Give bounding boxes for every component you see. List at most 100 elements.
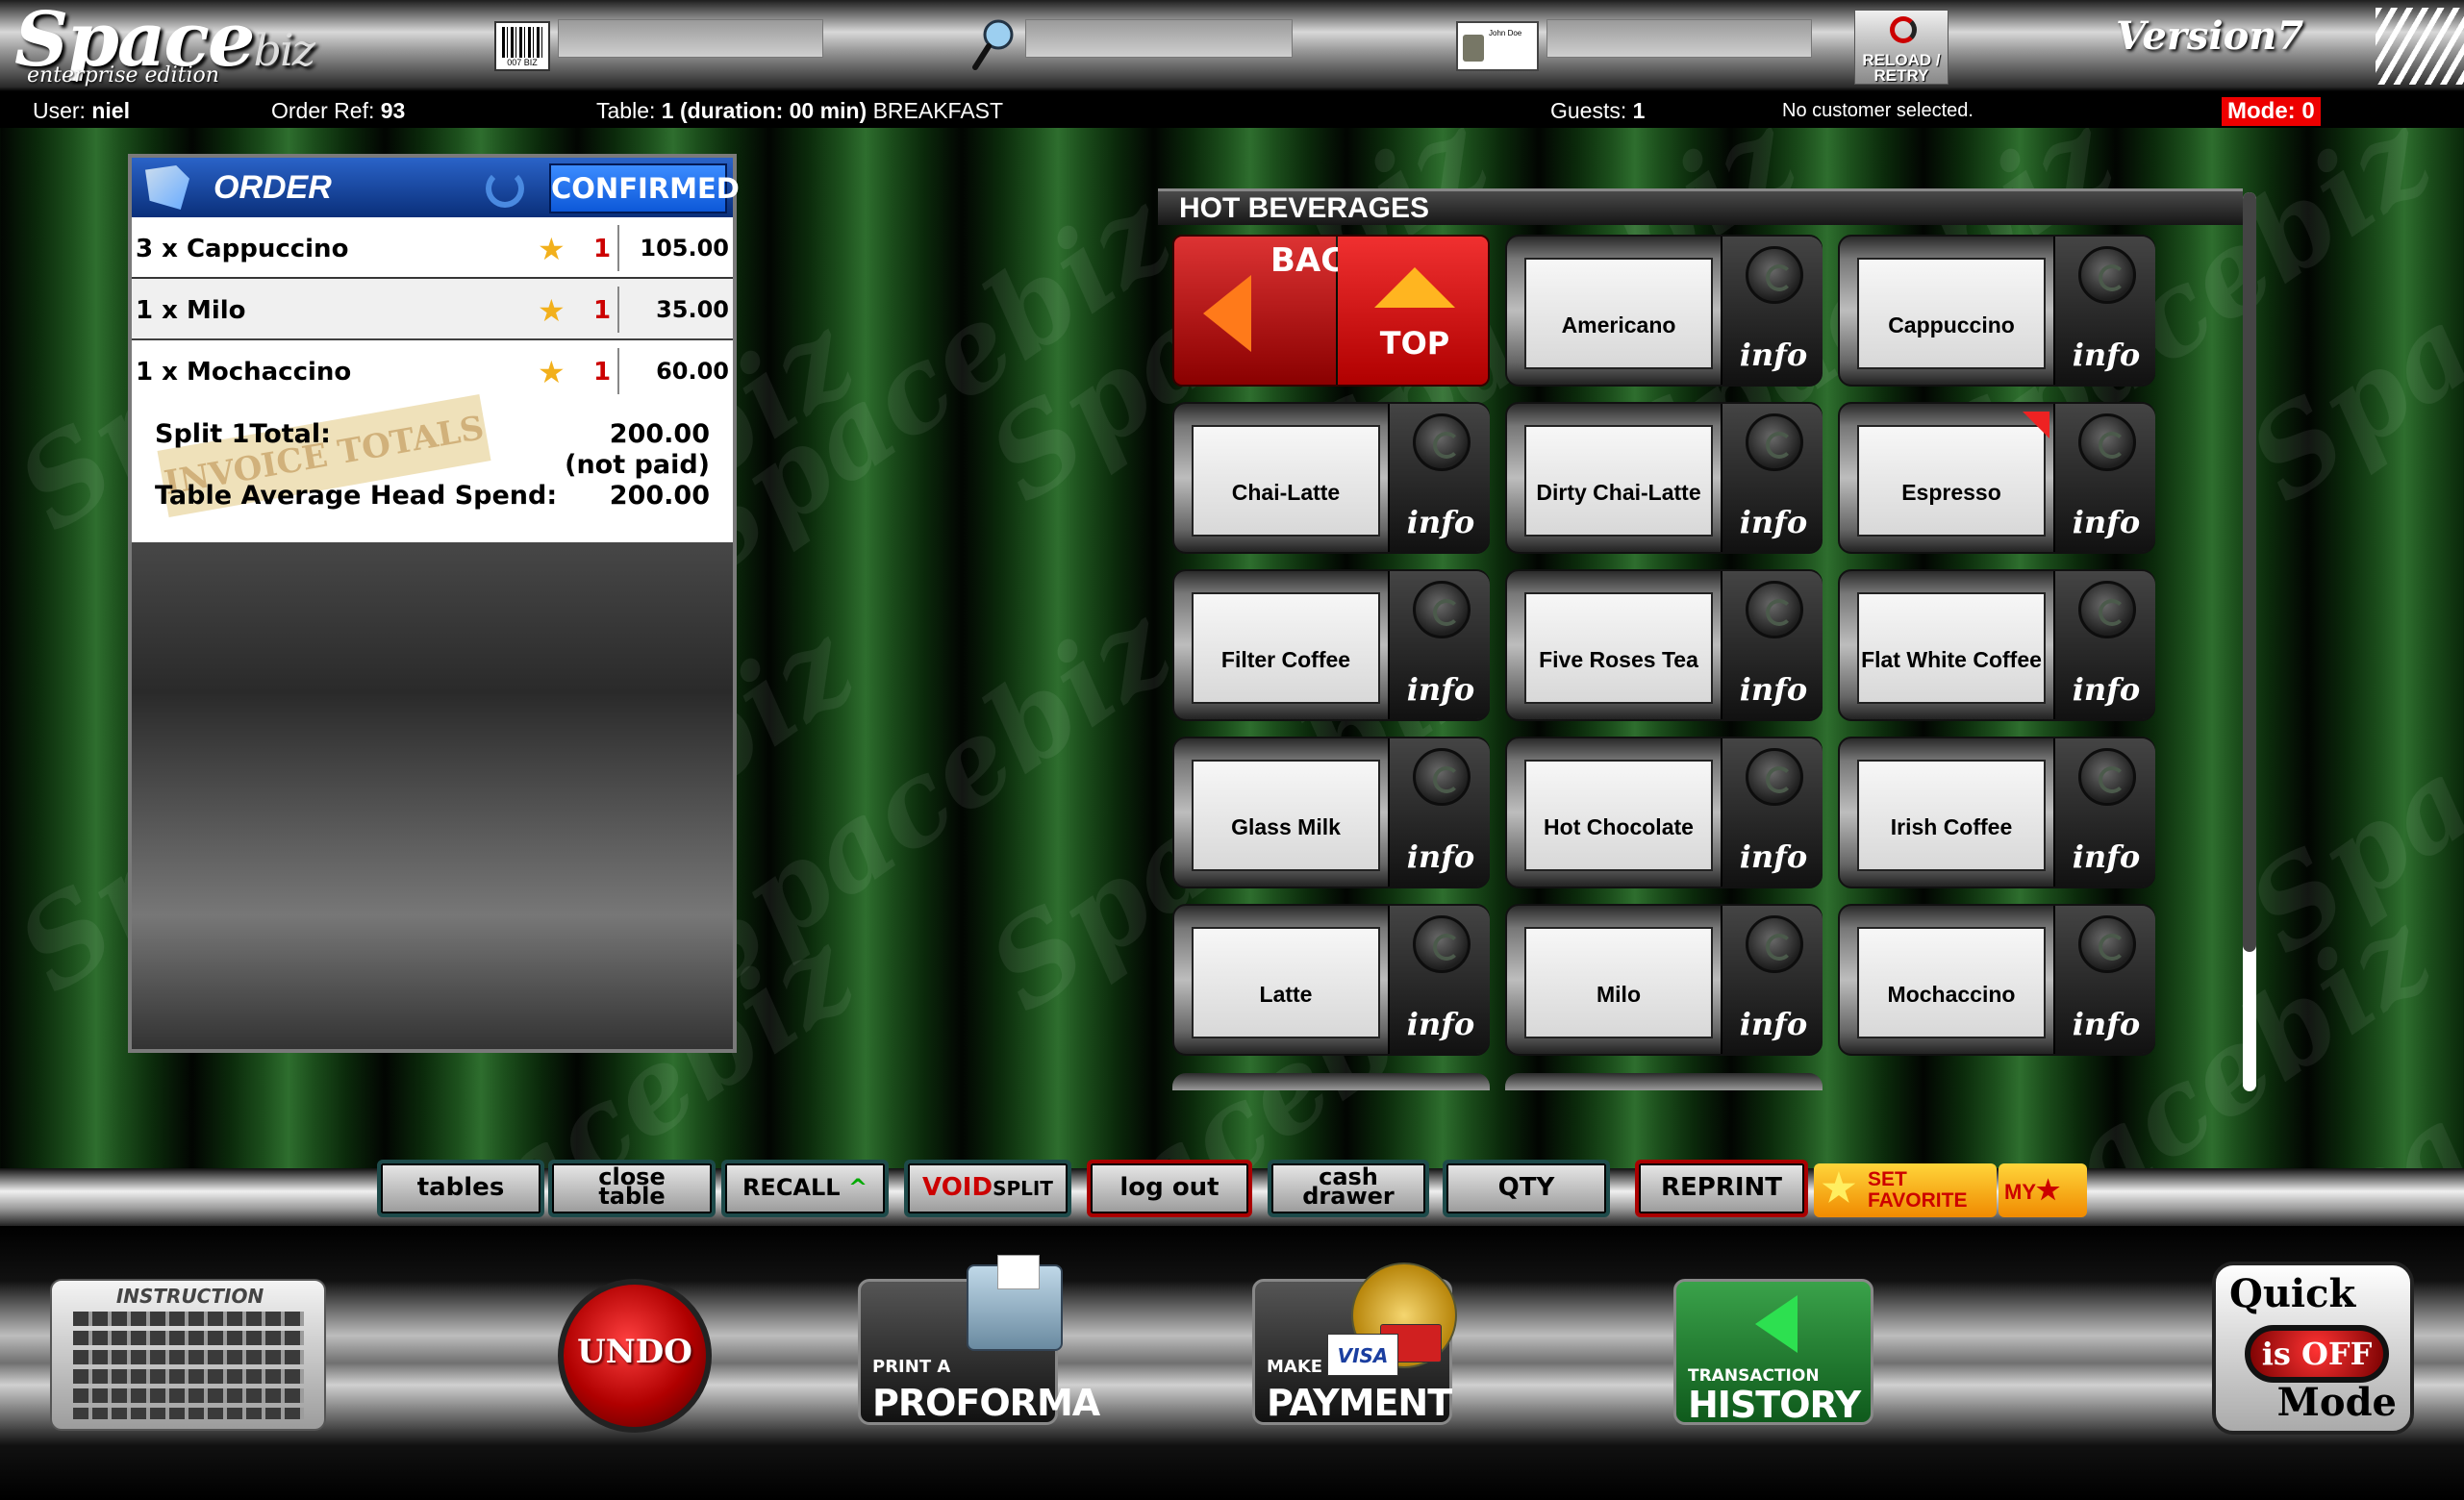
quick-mode-toggle[interactable]: Quick is OFF Mode [2212,1262,2414,1435]
menu-item-button[interactable]: Chai-Latte info [1172,402,1490,554]
menu-item-partial[interactable] [1505,1073,1823,1090]
menu-item-button[interactable]: Americano info [1505,235,1823,387]
info-icon [1413,581,1471,638]
menu-item-label: Dirty Chai-Latte [1524,425,1713,537]
star-icon: ★ [1822,1167,1856,1210]
void-split-button[interactable]: VOIDSPLIT [904,1160,1071,1217]
recall-button[interactable]: RECALL ^ [721,1160,889,1217]
order-icon [145,165,189,210]
order-line[interactable]: 3 x Cappuccino ★ 1 105.00 [132,217,733,277]
star-icon[interactable]: ★ [538,292,566,329]
close-table-button[interactable]: close table [548,1160,716,1217]
menu-item-button[interactable]: Latte info [1172,904,1490,1056]
customer-card-icon[interactable]: John Doe [1456,21,1539,71]
info-button[interactable]: info [1721,571,1823,719]
info-bar: User: niel Order Ref: 93 Table: 1 (durat… [0,91,2464,128]
visa-card-icon: VISA [1327,1334,1398,1376]
info-button[interactable]: info [1388,404,1490,552]
reprint-button[interactable]: REPRINT [1635,1160,1808,1217]
info-button[interactable]: info [1388,738,1490,887]
info-icon [1413,748,1471,806]
menu-item-label: Milo [1524,927,1713,1038]
info-icon [1746,246,1803,304]
cash-drawer-button[interactable]: cash drawer [1268,1160,1429,1217]
info-button[interactable]: info [2053,404,2155,552]
watermark: Spacebiz [2225,88,2464,528]
quick-mode-state: is OFF [2245,1325,2389,1383]
menu-item-button[interactable]: Hot Chocolate info [1505,737,1823,888]
order-status-button[interactable]: CONFIRMED [549,163,740,213]
info-button[interactable]: info [1388,906,1490,1054]
menu-item-label: Flat White Coffee [1857,592,2046,704]
avg-spend-label: Table Average Head Spend: [155,481,558,511]
customer-status: No customer selected. [1782,100,1974,121]
info-icon [2078,246,2136,304]
set-favorite-button[interactable]: ★ SET FAVORITE [1814,1163,1997,1217]
mode-badge: Mode: 0 [2222,97,2321,126]
info-icon [1746,748,1803,806]
info-button[interactable]: info [1388,571,1490,719]
info-button[interactable]: info [1721,237,1823,385]
print-proforma-button[interactable]: PRINT A PROFORMA [858,1255,1100,1425]
order-line[interactable]: 1 x Mochaccino ★ 1 60.00 [132,340,733,400]
qty-button[interactable]: QTY [1443,1160,1610,1217]
barcode-input[interactable] [558,19,823,58]
menu-item-button[interactable]: Five Roses Tea info [1505,569,1823,721]
keyboard-icon [73,1312,304,1419]
up-arrow-icon [1374,267,1455,308]
star-icon[interactable]: ★ [538,231,566,267]
info-button[interactable]: info [2053,571,2155,719]
menu-item-label: Cappuccino [1857,258,2046,369]
info-icon [2078,915,2136,973]
tables-button[interactable]: tables [377,1160,544,1217]
menu-item-button[interactable]: Dirty Chai-Latte info [1505,402,1823,554]
menu-item-button[interactable]: Flat White Coffee info [1838,569,2155,721]
make-payment-button[interactable]: VISA MAKE PAYMENT [1252,1262,1457,1425]
instruction-keyboard-button[interactable]: INSTRUCTION [50,1279,326,1431]
menu-item-button[interactable]: Cappuccino info [1838,235,2155,387]
star-icon: ★ [2036,1175,2061,1205]
decor-stripes [2376,8,2464,85]
back-button[interactable]: BACK [1174,237,1370,385]
order-title: ORDER [214,169,332,206]
menu-item-label: Chai-Latte [1192,425,1380,537]
barcode-icon[interactable]: 007 BIZ [494,21,550,71]
watermark: Spacebiz [2225,540,2464,980]
my-favorites-button[interactable]: MY★ [1999,1163,2087,1217]
order-line[interactable]: 1 x Milo ★ 1 35.00 [132,279,733,338]
transaction-history-button[interactable]: TRANSACTION HISTORY [1673,1279,1873,1426]
info-button[interactable]: info [2053,237,2155,385]
menu-item-button[interactable]: Filter Coffee info [1172,569,1490,721]
info-icon [1413,413,1471,471]
star-icon[interactable]: ★ [538,354,566,390]
menu-item-button[interactable]: Espresso info [1838,402,2155,554]
customer-input[interactable] [1546,19,1812,58]
menu-item-button[interactable]: Irish Coffee info [1838,737,2155,888]
reload-retry-button[interactable]: RELOAD / RETRY [1854,10,1949,85]
info-button[interactable]: info [1721,738,1823,887]
search-input[interactable] [1025,19,1293,58]
menu-item-button[interactable]: Milo info [1505,904,1823,1056]
split-total-value: 200.00 [609,419,710,449]
menu-item-button[interactable]: Mochaccino info [1838,904,2155,1056]
avg-spend-value: 200.00 [609,481,710,511]
menu-item-partial[interactable] [1172,1073,1490,1090]
menu-item-label: Hot Chocolate [1524,760,1713,871]
menu-item-label: Five Roses Tea [1524,592,1713,704]
info-icon [2078,581,2136,638]
search-icon[interactable] [971,17,1016,71]
scrollbar-thumb[interactable] [2243,192,2256,952]
menu-item-button[interactable]: Glass Milk info [1172,737,1490,888]
order-header: ORDER CONFIRMED [132,158,740,217]
logout-button[interactable]: log out [1087,1160,1252,1217]
info-button[interactable]: info [2053,738,2155,887]
top-button[interactable]: TOP [1338,237,1488,385]
menu-scrollbar[interactable] [2243,192,2256,1091]
info-button[interactable]: info [1721,404,1823,552]
info-button[interactable]: info [1721,906,1823,1054]
menu-item-label: Filter Coffee [1192,592,1380,704]
info-button[interactable]: info [2053,906,2155,1054]
sync-icon[interactable] [486,169,524,208]
menu-item-label: Mochaccino [1857,927,2046,1038]
undo-button[interactable]: UNDO [558,1279,712,1433]
